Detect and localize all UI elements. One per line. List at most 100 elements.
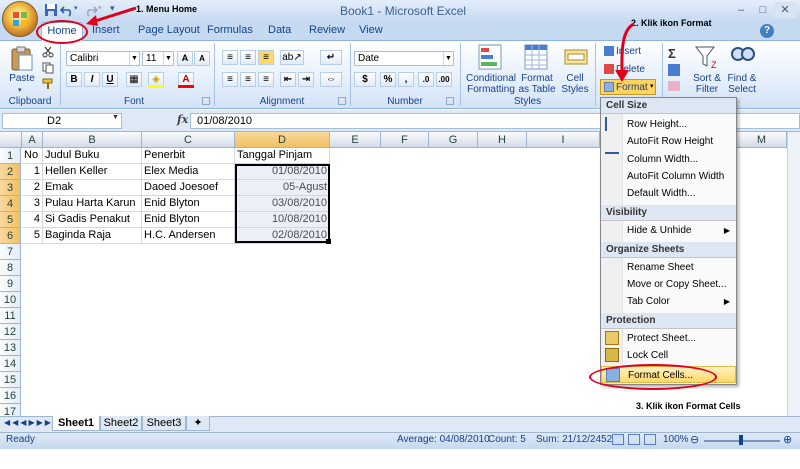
cell[interactable]: Tanggal Pinjam [235, 148, 330, 164]
insert-function-icon[interactable]: fx [177, 113, 188, 126]
cell[interactable]: Elex Media [142, 164, 235, 180]
chevron-down-icon[interactable]: ▼ [112, 114, 119, 121]
number-format-combo[interactable]: Date ▼ [354, 51, 454, 66]
cell[interactable]: Enid Blyton [142, 212, 235, 228]
vertical-scrollbar[interactable] [787, 132, 800, 416]
help-icon[interactable]: ? [760, 24, 774, 38]
clear-icon[interactable] [668, 81, 680, 91]
column-header[interactable]: H [478, 132, 527, 148]
row-header[interactable]: 14 [0, 356, 21, 372]
conditional-formatting-button[interactable]: Conditional Formatting [464, 73, 518, 95]
undo-icon[interactable] [60, 3, 74, 17]
column-header[interactable]: A [22, 132, 43, 148]
column-header[interactable]: B [43, 132, 142, 148]
column-header[interactable]: I [527, 132, 600, 148]
minimize-button[interactable]: – [730, 2, 752, 18]
comma-button[interactable]: , [398, 72, 414, 87]
grow-font-button[interactable]: A [177, 51, 193, 66]
decrease-decimal-button[interactable]: .00 [436, 72, 452, 87]
dialog-launcher-icon[interactable] [338, 97, 346, 105]
orientation-button[interactable]: ab↗ [280, 50, 304, 65]
cut-icon[interactable] [42, 46, 54, 58]
font-name-combo[interactable]: Calibri ▼ [66, 51, 140, 66]
align-center-button[interactable]: ≡ [240, 72, 256, 87]
merge-center-button[interactable]: ⇔ [320, 72, 342, 87]
row-header[interactable]: 12 [0, 324, 21, 340]
menu-item-hide-unhide[interactable]: Hide & Unhide ▶ [601, 222, 736, 239]
shrink-font-button[interactable]: A [194, 51, 210, 66]
increase-decimal-button[interactable]: .0 [418, 72, 434, 87]
dialog-launcher-icon[interactable] [202, 97, 210, 105]
sheet-tab-sheet3[interactable]: Sheet3 [142, 416, 186, 431]
bold-button[interactable]: B [66, 72, 82, 87]
cell-styles-button[interactable]: Cell Styles [558, 73, 592, 95]
chevron-down-icon[interactable]: ▼ [163, 52, 173, 65]
menu-item-default-width[interactable]: Default Width... [601, 185, 736, 202]
sheet-nav-arrows-icon[interactable]: ◀◀◀▶▶▶ [4, 418, 53, 427]
row-header[interactable]: 11 [0, 308, 21, 324]
row-header[interactable]: 15 [0, 372, 21, 388]
menu-item-lock-cell[interactable]: Lock Cell [601, 347, 736, 364]
sheet-tab-sheet2[interactable]: Sheet2 [100, 416, 142, 431]
autosum-icon[interactable]: Σ [668, 46, 676, 61]
menu-item-column-width[interactable]: Column Width... [601, 151, 736, 168]
cell-styles-icon[interactable] [564, 44, 588, 70]
sheet-tab-sheet1[interactable]: Sheet1 [52, 416, 100, 431]
cell[interactable]: Judul Buku [43, 148, 142, 164]
align-right-button[interactable]: ≡ [258, 72, 274, 87]
row-header[interactable]: 2 [0, 164, 21, 180]
office-button[interactable] [2, 1, 38, 37]
menu-item-protect-sheet[interactable]: Protect Sheet... [601, 330, 736, 347]
column-header[interactable]: M [737, 132, 787, 148]
row-header[interactable]: 6 [0, 228, 21, 244]
align-top-button[interactable]: ≡ [222, 50, 238, 65]
currency-button[interactable]: $ [354, 72, 376, 87]
align-left-button[interactable]: ≡ [222, 72, 238, 87]
find-select-button[interactable]: Find & Select [722, 73, 762, 95]
row-header[interactable]: 9 [0, 276, 21, 292]
paste-button[interactable]: Paste [6, 73, 38, 84]
column-header[interactable]: E [330, 132, 381, 148]
format-as-table-button[interactable]: Format as Table [516, 73, 558, 95]
row-header[interactable]: 4 [0, 196, 21, 212]
column-header[interactable]: C [142, 132, 235, 148]
menu-item-move-copy-sheet[interactable]: Move or Copy Sheet... [601, 276, 736, 293]
copy-icon[interactable] [42, 62, 54, 74]
tab-view[interactable]: View [359, 24, 383, 40]
wrap-text-button[interactable]: ↵ [320, 50, 342, 65]
cell[interactable]: H.C. Andersen [142, 228, 235, 244]
align-middle-button[interactable]: ≡ [240, 50, 256, 65]
row-header[interactable]: 5 [0, 212, 21, 228]
maximize-button[interactable]: □ [752, 2, 774, 18]
cell[interactable]: No [22, 148, 43, 164]
menu-item-autofit-row[interactable]: AutoFit Row Height [601, 133, 736, 150]
chevron-down-icon[interactable]: ▼ [443, 52, 453, 65]
chevron-down-icon[interactable]: ▼ [129, 52, 139, 65]
close-button[interactable]: ✕ [774, 2, 796, 18]
cell[interactable]: Si Gadis Penakut [43, 212, 142, 228]
cell[interactable]: 1 [22, 164, 43, 180]
menu-item-rename-sheet[interactable]: Rename Sheet [601, 259, 736, 276]
cell[interactable]: Emak [43, 180, 142, 196]
borders-button[interactable]: ▦ [126, 72, 142, 87]
select-all-corner[interactable] [0, 132, 22, 148]
column-header[interactable]: D [235, 132, 330, 148]
font-size-combo[interactable]: 11 ▼ [142, 51, 174, 66]
zoom-slider-thumb[interactable] [739, 435, 743, 445]
column-header[interactable]: G [429, 132, 478, 148]
cell[interactable]: 5 [22, 228, 43, 244]
menu-item-autofit-column[interactable]: AutoFit Column Width [601, 168, 736, 185]
fill-handle[interactable] [326, 239, 331, 244]
percent-button[interactable]: % [380, 72, 396, 87]
cell[interactable]: Pulau Harta Karun [43, 196, 142, 212]
underline-button[interactable]: U [102, 72, 118, 87]
find-select-icon[interactable] [730, 44, 756, 70]
row-header[interactable]: 8 [0, 260, 21, 276]
menu-item-tab-color[interactable]: Tab Color ▶ [601, 293, 736, 310]
zoom-in-icon[interactable]: ⊕ [783, 433, 792, 446]
normal-view-icon[interactable] [612, 434, 624, 445]
italic-button[interactable]: I [84, 72, 100, 87]
paste-icon[interactable] [10, 46, 34, 72]
row-header[interactable]: 17 [0, 404, 21, 416]
row-header[interactable]: 3 [0, 180, 21, 196]
